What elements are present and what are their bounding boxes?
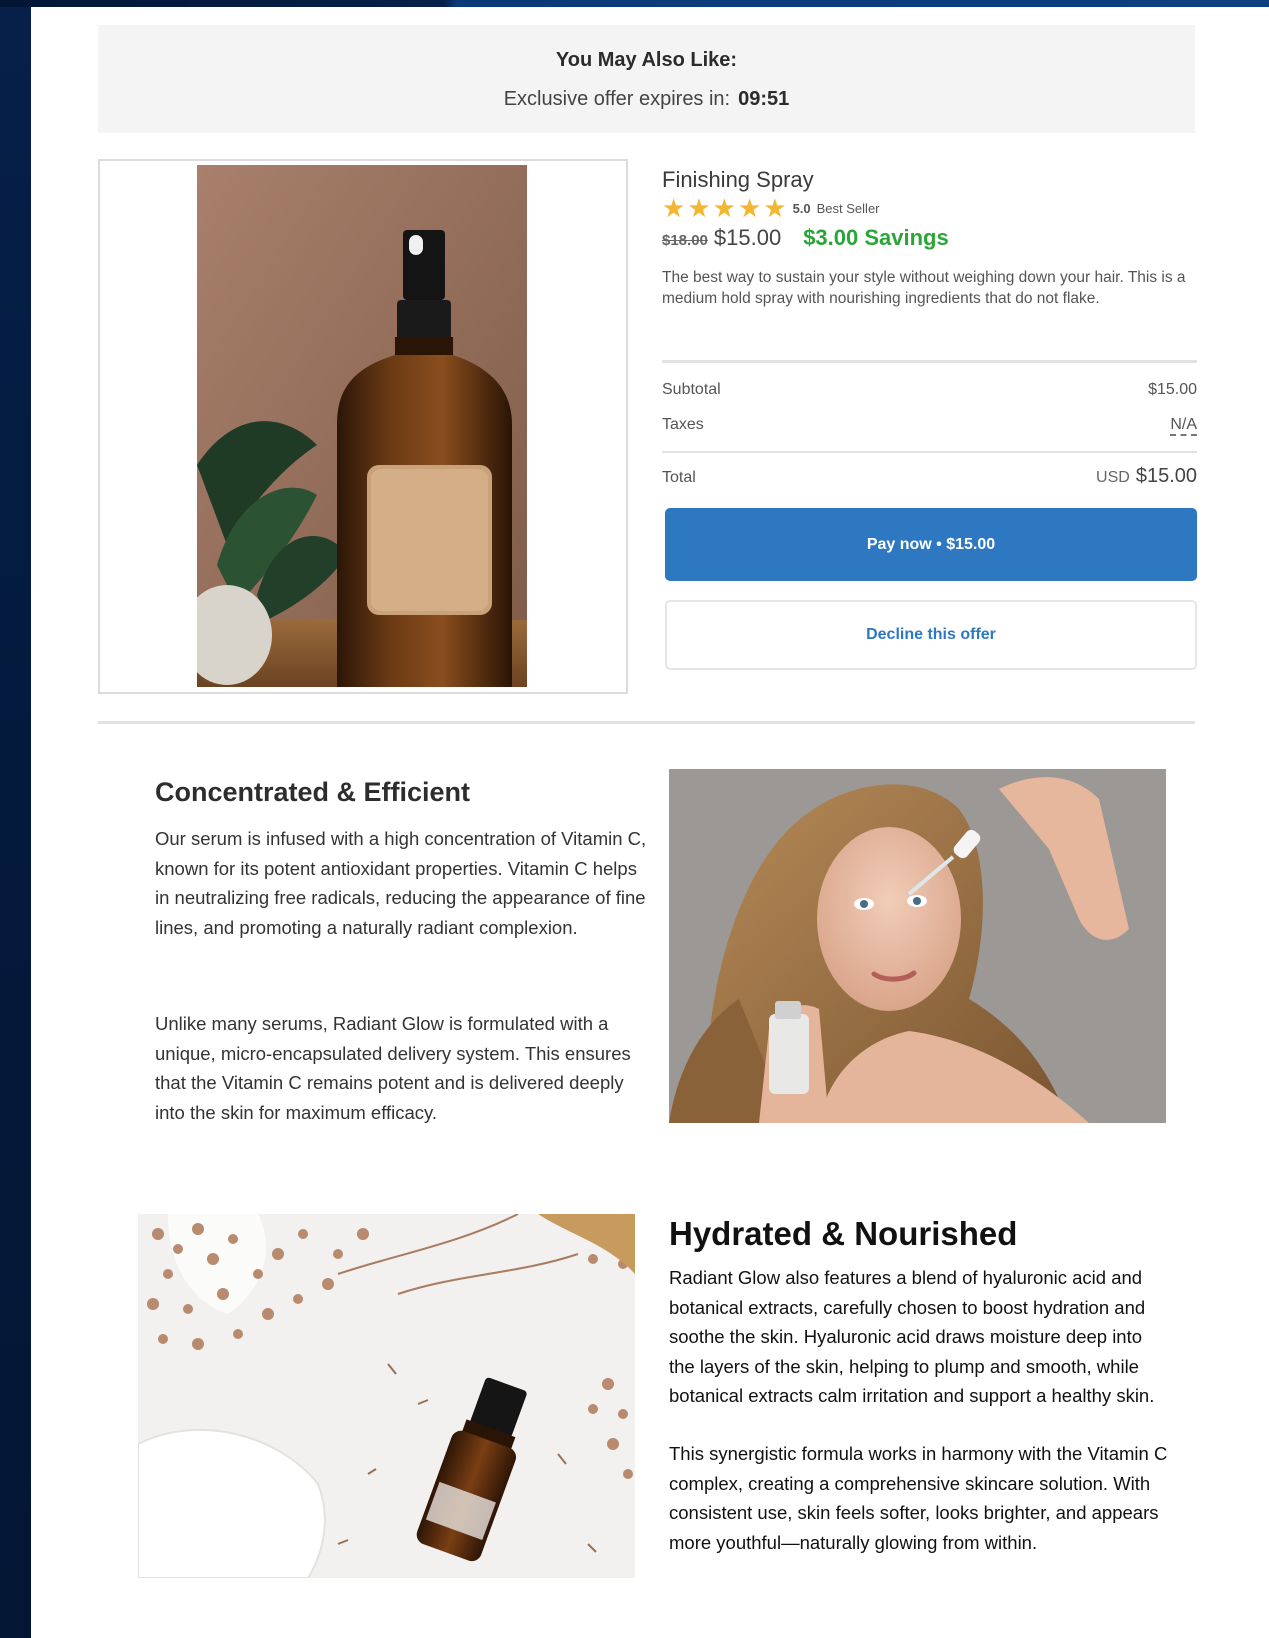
section-paragraph: Radiant Glow also features a blend of hy…	[669, 1267, 1155, 1406]
offer-expiry-label: Exclusive offer expires in:	[503, 88, 731, 110]
best-seller-badge: Best Seller	[816, 200, 880, 216]
sale-price: $15.00	[713, 225, 782, 250]
offer-banner: You May Also Like: Exclusive offer expir…	[98, 25, 1195, 133]
original-price: $18.00	[662, 232, 708, 249]
total-value: $15.00	[1135, 465, 1197, 487]
price-row: $18.00 $15.00 $3.00 Savings	[662, 225, 949, 251]
product-name: Finishing Spray	[662, 167, 814, 192]
top-bar	[0, 0, 1269, 7]
subtotal-row: Subtotal $15.00	[662, 381, 1197, 399]
taxes-label: Taxes	[662, 416, 704, 433]
divider	[662, 451, 1197, 453]
section-divider	[98, 721, 1195, 724]
offer-title: You May Also Like:	[555, 49, 738, 71]
star-icon: ★	[737, 193, 762, 223]
total-amount: USD $15.00	[1096, 465, 1197, 488]
rating-value: 5.0	[792, 200, 811, 216]
currency-code: USD	[1096, 469, 1130, 486]
divider	[662, 360, 1197, 363]
product-image	[197, 165, 527, 687]
star-icon: ★	[662, 193, 686, 223]
section-heading-hydrated: Hydrated & Nourished	[669, 1215, 1018, 1252]
section-paragraph: Our serum is infused with a high concent…	[155, 828, 647, 938]
savings-amount: $3.00 Savings	[803, 225, 949, 250]
star-icon: ★	[712, 193, 736, 223]
star-icon: ★	[763, 193, 787, 223]
taxes-value[interactable]: N/A	[1170, 416, 1197, 436]
section-heading-concentrated: Concentrated & Efficient	[155, 777, 471, 807]
total-row: Total USD $15.00	[662, 465, 1197, 488]
subtotal-value: $15.00	[1148, 381, 1197, 398]
offer-expiry: Exclusive offer expires in: 09:51	[98, 88, 1195, 111]
taxes-row: Taxes N/A	[662, 416, 1197, 436]
countdown-timer: 09:51	[738, 88, 790, 110]
offer-page: You May Also Like: Exclusive offer expir…	[31, 7, 1269, 1638]
section-paragraph: This synergistic formula works in harmon…	[669, 1443, 1168, 1553]
total-label: Total	[662, 469, 696, 486]
serum-bottle-flatlay-image	[138, 1214, 635, 1578]
rating: ★ ★ ★ ★ ★ 5.0 Best Seller	[662, 195, 880, 221]
product-description: The best way to sustain your style witho…	[662, 269, 1186, 307]
decline-offer-button[interactable]: Decline this offer	[665, 600, 1197, 670]
pay-now-button[interactable]: Pay now • $15.00	[665, 508, 1197, 581]
star-icon: ★	[687, 193, 711, 223]
model-applying-serum-image	[669, 769, 1166, 1123]
subtotal-label: Subtotal	[662, 381, 721, 398]
product-image-frame	[98, 159, 628, 694]
section-paragraph: Unlike many serums, Radiant Glow is form…	[155, 1013, 631, 1123]
